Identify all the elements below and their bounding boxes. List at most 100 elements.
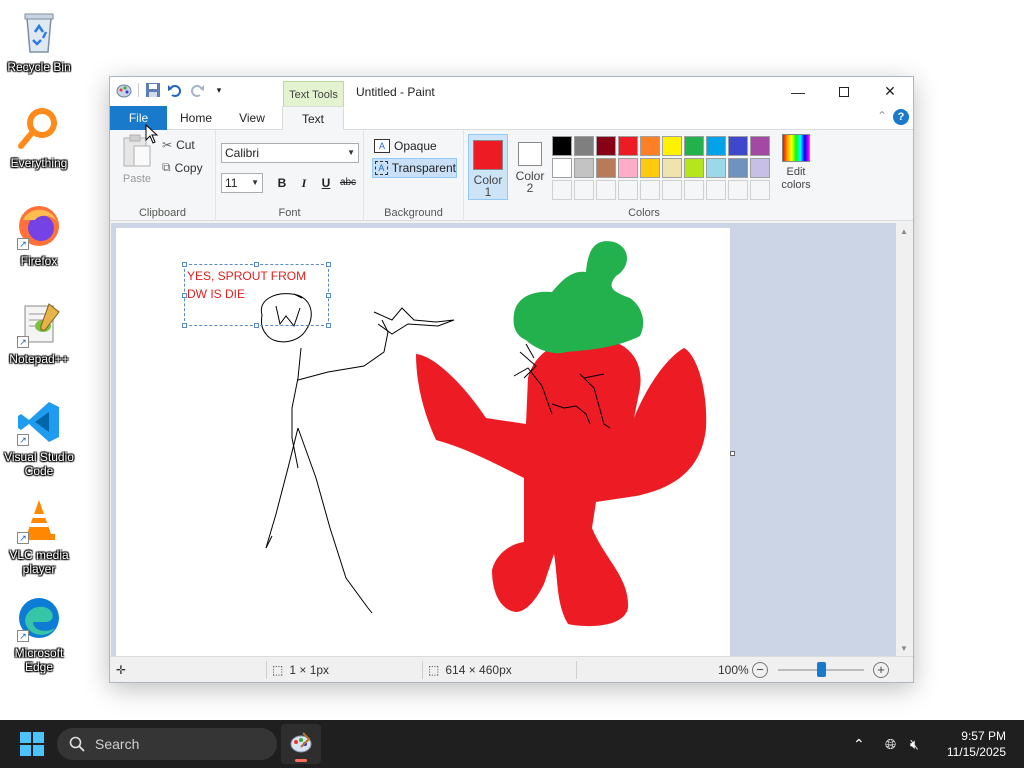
paint-app-icon[interactable] — [116, 82, 132, 98]
resize-handle[interactable] — [326, 293, 331, 298]
cut-button[interactable]: ✂ Cut — [162, 138, 195, 152]
canvas-resize-handle[interactable] — [730, 451, 735, 456]
font-family-select[interactable]: Calibri ▼ — [221, 143, 359, 163]
resize-handle[interactable] — [254, 323, 259, 328]
text-box-selection[interactable]: YES, SPROUT FROM DW IS DIE — [182, 262, 331, 328]
maximize-button[interactable] — [821, 77, 867, 106]
scroll-down-icon[interactable]: ▼ — [900, 644, 908, 653]
palette-custom-slot[interactable] — [640, 180, 660, 200]
strikethrough-button[interactable]: abc — [338, 173, 358, 193]
palette-custom-slot[interactable] — [596, 180, 616, 200]
tab-view[interactable]: View — [226, 106, 278, 130]
palette-swatch[interactable] — [728, 136, 748, 156]
canvas-text-line2: DW IS DIE — [187, 287, 246, 301]
underline-button[interactable]: U — [316, 173, 336, 193]
desktop-icon-everything[interactable]: Everything — [0, 104, 78, 170]
palette-swatch[interactable] — [552, 158, 572, 178]
scissors-icon: ✂ — [162, 138, 173, 152]
desktop-icon-label: Microsoft Edge — [14, 646, 64, 674]
palette-swatch[interactable] — [750, 136, 770, 156]
save-icon[interactable] — [145, 82, 161, 98]
show-hidden-icons-button[interactable]: ⌃ — [853, 720, 865, 768]
edit-colors-button[interactable]: Edit colors — [774, 134, 818, 192]
desktop-icon-recycle-bin[interactable]: Recycle Bin — [0, 8, 78, 74]
zoom-in-button[interactable]: + — [873, 662, 889, 678]
resize-handle[interactable] — [326, 323, 331, 328]
tab-home[interactable]: Home — [168, 106, 224, 130]
volume-muted-icon[interactable]: 🔇︎ — [910, 720, 919, 768]
opaque-button[interactable]: A Opaque — [372, 136, 457, 156]
vlc-cone-icon: ↗ — [15, 496, 63, 544]
palette-swatch[interactable] — [618, 136, 638, 156]
zoom-slider-thumb[interactable] — [817, 662, 826, 677]
palette-swatch[interactable] — [662, 158, 682, 178]
ribbon-tabs: File Home View Text ⌃ ? — [110, 106, 913, 131]
desktop-icon-edge[interactable]: ↗ Microsoft Edge — [0, 594, 78, 674]
separator — [576, 661, 577, 679]
copy-button[interactable]: ⧉ Copy — [162, 160, 203, 175]
palette-swatch[interactable] — [596, 136, 616, 156]
palette-custom-slot[interactable] — [552, 180, 572, 200]
minimize-button[interactable]: — — [775, 77, 821, 106]
desktop-icon-label: Everything — [10, 156, 68, 170]
desktop-icon-notepadpp[interactable]: ↗ Notepad++ — [0, 300, 78, 366]
scroll-up-icon[interactable]: ▲ — [900, 227, 908, 236]
resize-handle[interactable] — [254, 262, 259, 267]
color1-button[interactable]: Color 1 — [468, 134, 508, 200]
drawing-canvas[interactable]: YES, SPROUT FROM DW IS DIE — [116, 228, 730, 657]
palette-swatch[interactable] — [596, 158, 616, 178]
paint-app-icon — [290, 732, 312, 753]
close-button[interactable]: ✕ — [867, 77, 913, 106]
shortcut-arrow-icon: ↗ — [17, 434, 29, 446]
taskbar-search[interactable]: Search — [57, 728, 277, 760]
network-icon[interactable]: 🌐︎ — [885, 720, 896, 768]
palette-custom-slot[interactable] — [662, 180, 682, 200]
collapse-ribbon-icon[interactable]: ⌃ — [877, 109, 887, 123]
palette-swatch[interactable] — [684, 158, 704, 178]
palette-swatch[interactable] — [552, 136, 572, 156]
taskbar-paint-app[interactable] — [281, 724, 321, 764]
redo-icon[interactable] — [189, 82, 205, 98]
palette-custom-slot[interactable] — [574, 180, 594, 200]
customize-qat-icon[interactable]: ▾ — [211, 82, 227, 98]
palette-swatch[interactable] — [574, 158, 594, 178]
palette-swatch[interactable] — [684, 136, 704, 156]
palette-custom-slot[interactable] — [618, 180, 638, 200]
color2-button[interactable]: Color 2 — [510, 134, 550, 200]
palette-swatch[interactable] — [640, 158, 660, 178]
transparent-button[interactable]: A Transparent — [372, 158, 457, 178]
desktop-icon-vscode[interactable]: ↗ Visual Studio Code — [0, 398, 78, 478]
resize-handle[interactable] — [182, 293, 187, 298]
background-group: A Opaque A Transparent Background — [364, 130, 464, 221]
italic-button[interactable]: I — [294, 173, 314, 193]
start-button[interactable] — [20, 732, 44, 756]
zoom-out-button[interactable]: − — [752, 662, 768, 678]
bold-button[interactable]: B — [272, 173, 292, 193]
close-icon: ✕ — [884, 83, 896, 99]
font-size-select[interactable]: 11 ▼ — [221, 173, 263, 193]
undo-icon[interactable] — [167, 82, 183, 98]
paste-label: Paste — [122, 173, 152, 185]
palette-custom-slot[interactable] — [684, 180, 704, 200]
palette-swatch[interactable] — [728, 158, 748, 178]
taskbar-clock[interactable]: 9:57 PM 11/15/2025 — [947, 728, 1006, 760]
resize-handle[interactable] — [182, 323, 187, 328]
help-icon[interactable]: ? — [893, 109, 909, 125]
notepadpp-icon: ↗ — [15, 300, 63, 348]
resize-handle[interactable] — [182, 262, 187, 267]
tab-text[interactable]: Text — [282, 106, 344, 131]
palette-swatch[interactable] — [750, 158, 770, 178]
palette-swatch[interactable] — [662, 136, 682, 156]
palette-swatch[interactable] — [706, 136, 726, 156]
palette-swatch[interactable] — [706, 158, 726, 178]
palette-custom-slot[interactable] — [728, 180, 748, 200]
resize-handle[interactable] — [326, 262, 331, 267]
desktop-icon-vlc[interactable]: ↗ VLC media player — [0, 496, 78, 576]
palette-custom-slot[interactable] — [750, 180, 770, 200]
palette-swatch[interactable] — [640, 136, 660, 156]
desktop-icon-firefox[interactable]: ↗ Firefox — [0, 202, 78, 268]
palette-swatch[interactable] — [618, 158, 638, 178]
palette-swatch[interactable] — [574, 136, 594, 156]
vertical-scrollbar[interactable]: ▲ ▼ — [896, 223, 913, 657]
palette-custom-slot[interactable] — [706, 180, 726, 200]
